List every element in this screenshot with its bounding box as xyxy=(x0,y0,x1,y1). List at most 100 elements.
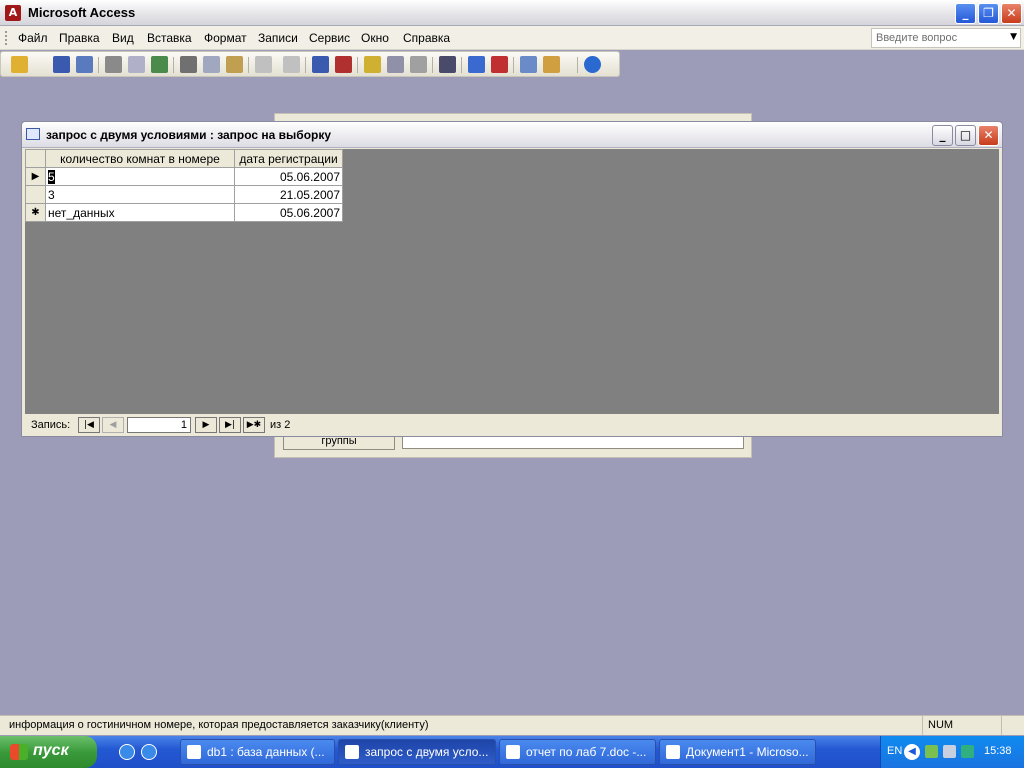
help-question-box[interactable]: Введите вопрос ▼ xyxy=(871,28,1021,48)
status-bar: информация о гостиничном номере, которая… xyxy=(0,715,1024,735)
print-preview-icon[interactable] xyxy=(128,56,145,73)
first-record-button[interactable]: |◀ xyxy=(78,417,100,433)
cell-date[interactable]: 21.05.2007 xyxy=(234,185,343,204)
select-all-corner[interactable] xyxy=(25,149,46,168)
next-record-button[interactable]: ▶ xyxy=(195,417,217,433)
task-label: Документ1 - Microso... xyxy=(686,745,809,759)
undo-icon[interactable] xyxy=(255,56,272,73)
apply-filter-icon[interactable] xyxy=(410,56,427,73)
start-button[interactable]: пуск xyxy=(0,736,97,768)
query-window-title: запрос с двумя условиями : запрос на выб… xyxy=(46,128,332,142)
menu-edit[interactable]: Правка xyxy=(59,31,100,45)
chevron-down-icon[interactable]: ▼ xyxy=(1010,32,1017,42)
windows-logo-icon xyxy=(10,744,28,760)
restore-button[interactable]: ❐ xyxy=(978,3,999,24)
menu-help[interactable]: Справка xyxy=(403,31,450,45)
status-message: информация о гостиничном номере, которая… xyxy=(9,719,429,731)
database-icon xyxy=(187,745,201,759)
num-lock-indicator: NUM xyxy=(922,716,1002,735)
query-maximize-button[interactable]: □ xyxy=(955,125,976,146)
database-window-icon[interactable] xyxy=(520,56,537,73)
task-label: отчет по лаб 7.doc -... xyxy=(526,745,647,759)
task-db1[interactable]: db1 : база данных (... xyxy=(180,739,335,765)
cell-date[interactable]: 05.06.2007 xyxy=(234,203,343,222)
new-record-icon[interactable] xyxy=(468,56,485,73)
minimize-button[interactable]: _ xyxy=(955,3,976,24)
cut-icon[interactable] xyxy=(180,56,197,73)
task-label: запрос с двумя усло... xyxy=(365,745,489,759)
task-report-doc[interactable]: отчет по лаб 7.doc -... xyxy=(499,739,656,765)
menu-grip-handle[interactable] xyxy=(5,31,8,45)
query-icon xyxy=(26,128,40,140)
tray-app-icon[interactable] xyxy=(961,745,974,758)
menu-tools[interactable]: Сервис xyxy=(309,31,350,45)
print-icon[interactable] xyxy=(105,56,122,73)
save-icon[interactable] xyxy=(53,56,70,73)
query-minimize-button[interactable]: _ xyxy=(932,125,953,146)
new-row-selector[interactable]: ✱ xyxy=(25,203,46,222)
monitor-icon[interactable] xyxy=(943,745,956,758)
hyperlink-icon[interactable] xyxy=(283,56,300,73)
word-icon xyxy=(506,745,520,759)
show-hidden-icons-icon[interactable]: ◀ xyxy=(904,744,920,760)
query-window-title-bar[interactable]: запрос с двумя условиями : запрос на выб… xyxy=(22,122,1002,148)
access-app-icon[interactable]: A xyxy=(5,5,21,21)
cell-rooms[interactable]: 3 xyxy=(45,185,235,204)
cell-rooms[interactable]: нет_данных xyxy=(45,203,235,222)
database-toolbar xyxy=(0,51,620,77)
help-question-placeholder: Введите вопрос xyxy=(876,32,958,44)
column-header-date[interactable]: дата регистрации xyxy=(234,149,343,168)
menu-records[interactable]: Записи xyxy=(258,31,298,45)
task-document1[interactable]: Документ1 - Microso... xyxy=(659,739,816,765)
internet-explorer-icon[interactable] xyxy=(119,744,135,760)
table-row: ▶ 5 05.06.2007 xyxy=(25,167,343,186)
row-selector[interactable] xyxy=(25,185,46,204)
menu-view[interactable]: Вид xyxy=(112,31,134,45)
query-close-button[interactable]: ✕ xyxy=(978,125,999,146)
datasheet-area[interactable]: количество комнат в номере дата регистра… xyxy=(25,149,999,414)
view-icon[interactable] xyxy=(11,56,28,73)
previous-record-button[interactable]: ◀ xyxy=(102,417,124,433)
record-label: Запись: xyxy=(31,419,71,431)
sort-descending-icon[interactable] xyxy=(335,56,352,73)
column-header-rooms[interactable]: количество комнат в номере xyxy=(45,149,235,168)
current-record-input[interactable]: 1 xyxy=(127,417,191,433)
menu-format[interactable]: Формат xyxy=(204,31,247,45)
cell-date[interactable]: 05.06.2007 xyxy=(234,167,343,186)
menu-window[interactable]: Окно xyxy=(361,31,389,45)
new-record-button[interactable]: ▶✱ xyxy=(243,417,265,433)
datasheet-table: количество комнат в номере дата регистра… xyxy=(25,149,343,222)
new-object-icon[interactable] xyxy=(543,56,560,73)
menu-file[interactable]: Файл xyxy=(18,31,48,45)
cell-rooms-value: 5 xyxy=(48,169,55,184)
app-title-bar[interactable]: A Microsoft Access _ ❐ ✕ xyxy=(0,0,1024,26)
start-label: пуск xyxy=(33,742,69,759)
task-label: db1 : база данных (... xyxy=(207,745,325,759)
clock[interactable]: 15:38 xyxy=(984,745,1012,757)
filter-by-selection-icon[interactable] xyxy=(364,56,381,73)
taskbar: пуск db1 : база данных (... запрос с дву… xyxy=(0,736,1024,768)
find-icon[interactable] xyxy=(439,56,456,73)
help-icon[interactable] xyxy=(584,56,601,73)
record-count: из 2 xyxy=(270,419,291,431)
row-selector-current[interactable]: ▶ xyxy=(25,167,46,186)
delete-record-icon[interactable] xyxy=(491,56,508,73)
paste-icon[interactable] xyxy=(226,56,243,73)
menu-insert[interactable]: Вставка xyxy=(147,31,192,45)
spelling-icon[interactable] xyxy=(151,56,168,73)
browser-icon[interactable] xyxy=(141,744,157,760)
record-navigation-bar: Запись: |◀ ◀ 1 ▶ ▶| ▶✱ из 2 xyxy=(25,415,999,435)
query-window[interactable]: запрос с двумя условиями : запрос на выб… xyxy=(21,121,1003,437)
filter-by-form-icon[interactable] xyxy=(387,56,404,73)
sort-ascending-icon[interactable] xyxy=(312,56,329,73)
table-row-new: ✱ нет_данных 05.06.2007 xyxy=(25,203,343,222)
search-icon[interactable] xyxy=(76,56,93,73)
system-tray: EN ◀ 15:38 xyxy=(880,736,1024,768)
cell-rooms[interactable]: 5 xyxy=(45,167,235,186)
language-indicator[interactable]: EN xyxy=(887,745,902,757)
network-icon[interactable] xyxy=(925,745,938,758)
close-button[interactable]: ✕ xyxy=(1001,3,1022,24)
copy-icon[interactable] xyxy=(203,56,220,73)
last-record-button[interactable]: ▶| xyxy=(219,417,241,433)
task-query[interactable]: запрос с двумя усло... xyxy=(338,739,496,765)
